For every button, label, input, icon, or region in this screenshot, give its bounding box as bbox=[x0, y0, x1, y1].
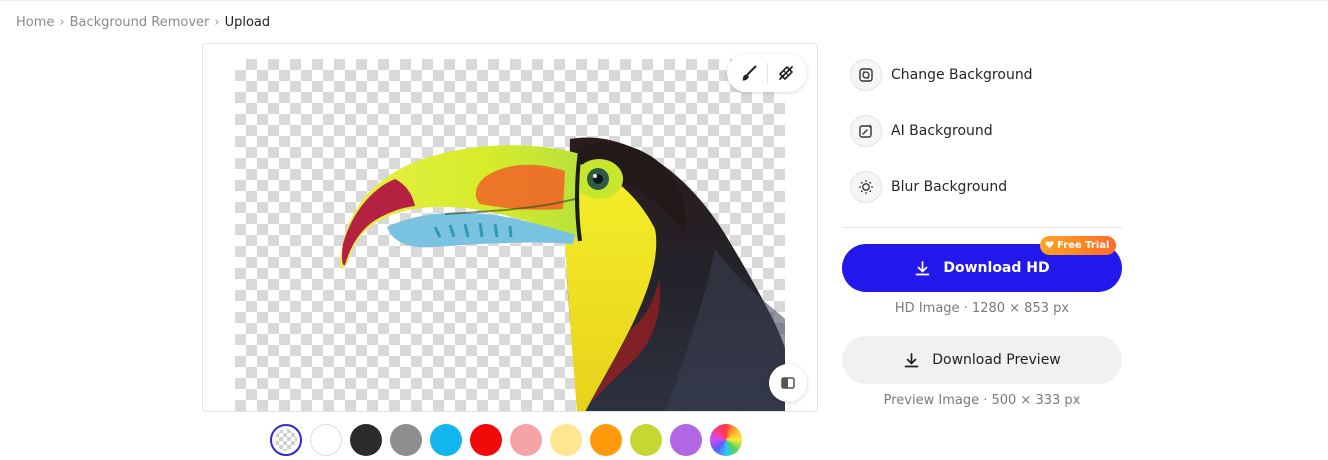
swatch-pink[interactable] bbox=[510, 424, 542, 456]
ai-background-icon bbox=[850, 115, 882, 147]
edit-tools-pill bbox=[727, 54, 807, 92]
swatch-light-yellow[interactable] bbox=[550, 424, 582, 456]
breadcrumb-home-link[interactable]: Home bbox=[16, 15, 54, 30]
image-editor bbox=[202, 43, 818, 412]
compare-icon[interactable] bbox=[769, 364, 807, 402]
change-background-label: Change Background bbox=[891, 67, 1033, 83]
download-icon bbox=[903, 352, 920, 369]
swatch-sky-blue[interactable] bbox=[430, 424, 462, 456]
free-trial-label: Free Trial bbox=[1057, 240, 1110, 251]
breadcrumb: Home › Background Remover › Upload bbox=[16, 13, 270, 31]
blur-background-option[interactable]: Blur Background bbox=[850, 170, 1007, 204]
ai-background-label: AI Background bbox=[891, 123, 993, 139]
change-background-option[interactable]: Change Background bbox=[850, 58, 1033, 92]
top-border bbox=[0, 0, 1328, 1]
transparency-pattern bbox=[275, 429, 297, 451]
blur-background-icon bbox=[850, 171, 882, 203]
toucan-image bbox=[340, 137, 785, 411]
hd-image-caption: HD Image · 1280 × 853 px bbox=[894, 301, 1070, 316]
side-divider bbox=[842, 227, 1122, 228]
swatch-white[interactable] bbox=[310, 424, 342, 456]
swatch-black[interactable] bbox=[350, 424, 382, 456]
chevron-right-icon: › bbox=[59, 14, 65, 30]
swatch-orange[interactable] bbox=[590, 424, 622, 456]
erase-restore-icon[interactable] bbox=[773, 60, 799, 86]
swatch-gray[interactable] bbox=[390, 424, 422, 456]
change-background-icon bbox=[850, 59, 882, 91]
swatch-custom-color[interactable] bbox=[710, 424, 742, 456]
swatch-lime[interactable] bbox=[630, 424, 662, 456]
tool-divider bbox=[766, 63, 768, 83]
breadcrumb-current: Upload bbox=[224, 14, 271, 30]
download-preview-label: Download Preview bbox=[932, 352, 1061, 368]
breadcrumb-background-remover-link[interactable]: Background Remover bbox=[70, 15, 210, 30]
brush-icon[interactable] bbox=[736, 60, 762, 86]
chevron-right-icon: › bbox=[214, 14, 220, 30]
swatch-purple[interactable] bbox=[670, 424, 702, 456]
swatch-transparent[interactable] bbox=[270, 424, 302, 456]
ai-background-option[interactable]: AI Background bbox=[850, 114, 993, 148]
download-hd-label: Download HD bbox=[943, 260, 1050, 276]
blur-background-label: Blur Background bbox=[891, 179, 1008, 195]
download-icon bbox=[914, 260, 931, 277]
background-color-swatches bbox=[270, 424, 742, 456]
download-preview-button[interactable]: Download Preview bbox=[842, 336, 1122, 384]
transparent-canvas bbox=[235, 59, 785, 411]
swatch-red[interactable] bbox=[470, 424, 502, 456]
preview-image-caption: Preview Image · 500 × 333 px bbox=[883, 393, 1081, 408]
heart-icon bbox=[1045, 240, 1054, 252]
free-trial-badge: Free Trial bbox=[1040, 236, 1117, 255]
